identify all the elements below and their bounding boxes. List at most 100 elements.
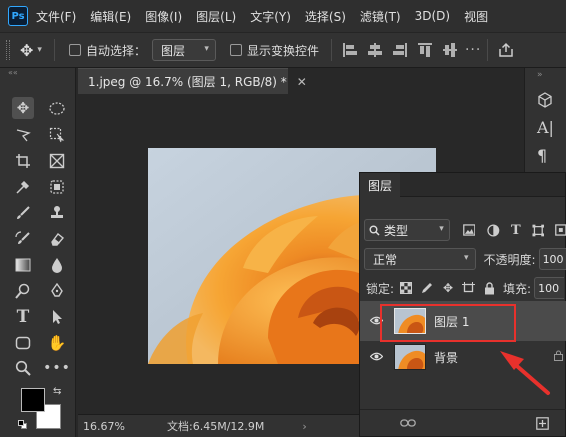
lock-position-icon[interactable]: ✥ bbox=[442, 281, 454, 295]
move-tool-preset-icon[interactable]: ✥ bbox=[20, 41, 33, 60]
gradient-tool-icon[interactable] bbox=[12, 254, 34, 276]
filter-smart-objects-icon[interactable] bbox=[555, 224, 566, 236]
character-panel-icon[interactable]: A| bbox=[537, 118, 554, 137]
fill-label: 填充: bbox=[503, 281, 532, 296]
auto-select-label: 自动选择： bbox=[85, 43, 146, 58]
document-tab-title: 1.jpeg @ 16.7% (图层 1, RGB/8) * bbox=[88, 75, 287, 89]
history-brush-icon[interactable] bbox=[12, 228, 34, 250]
align-horizontal-centers-icon[interactable] bbox=[367, 43, 382, 57]
auto-select-value: 图层 bbox=[160, 43, 185, 58]
menu-bar: Ps 文件(F) 编辑(E) 图像(I) 图层(L) 文字(Y) 选择(S) 滤… bbox=[0, 0, 566, 32]
rectangle-tool-icon[interactable] bbox=[12, 332, 34, 354]
new-layer-icon[interactable] bbox=[536, 416, 549, 430]
polygonal-lasso-icon[interactable] bbox=[12, 124, 34, 146]
filter-shape-layers-icon[interactable] bbox=[532, 224, 545, 237]
elliptical-marquee-icon[interactable] bbox=[46, 97, 68, 119]
share-icon[interactable] bbox=[498, 42, 514, 58]
blur-tool-icon[interactable] bbox=[46, 254, 68, 276]
layer-thumbnail[interactable] bbox=[394, 344, 426, 370]
filter-type-layers-icon[interactable]: T bbox=[511, 223, 521, 238]
align-right-edges-icon[interactable] bbox=[392, 43, 407, 57]
spot-healing-brush-icon[interactable] bbox=[46, 176, 68, 198]
zoom-tool-icon[interactable] bbox=[12, 357, 34, 379]
filter-adjustment-layers-icon[interactable] bbox=[487, 224, 500, 237]
auto-select-dropdown[interactable]: 图层 ▾ bbox=[151, 39, 216, 61]
layers-panel-footer bbox=[360, 409, 566, 436]
menu-type[interactable]: 文字(Y) bbox=[250, 8, 291, 25]
frame-tool-icon[interactable] bbox=[46, 150, 68, 172]
photoshop-logo: Ps bbox=[8, 6, 28, 26]
options-grip[interactable] bbox=[6, 40, 10, 60]
more-tools-icon[interactable]: ••• bbox=[43, 357, 70, 379]
fill-input[interactable]: 100 bbox=[534, 277, 565, 299]
menu-3d[interactable]: 3D(D) bbox=[415, 9, 450, 23]
lock-artboard-icon[interactable] bbox=[462, 282, 476, 294]
layer-filter-row: 类型 ▾ T bbox=[360, 219, 566, 241]
paragraph-panel-icon[interactable]: ¶ bbox=[537, 146, 547, 165]
search-icon bbox=[369, 225, 380, 236]
lock-transparent-pixels-icon[interactable] bbox=[400, 282, 413, 294]
layer-filter-dropdown[interactable]: 类型 ▾ bbox=[364, 219, 450, 241]
chevron-right-icon[interactable]: › bbox=[302, 420, 306, 433]
divider bbox=[487, 39, 489, 61]
swap-colors-icon[interactable]: ⇆ bbox=[53, 386, 61, 397]
hand-tool-icon[interactable]: ✋ bbox=[46, 332, 68, 354]
opacity-input[interactable]: 100 bbox=[538, 248, 566, 270]
chevron-down-icon[interactable]: ▾ bbox=[37, 45, 42, 55]
align-top-edges-icon[interactable] bbox=[417, 43, 432, 57]
menu-view[interactable]: 视图 bbox=[464, 8, 488, 25]
eraser-icon[interactable] bbox=[46, 228, 68, 250]
align-left-edges-icon[interactable] bbox=[342, 43, 357, 57]
menu-filter[interactable]: 滤镜(T) bbox=[360, 8, 401, 25]
3d-cube-icon[interactable] bbox=[537, 92, 553, 108]
chevron-down-icon: ▾ bbox=[439, 224, 444, 234]
document-tab[interactable]: 1.jpeg @ 16.7% (图层 1, RGB/8) * ✕ bbox=[78, 68, 307, 94]
path-selection-icon[interactable] bbox=[46, 306, 68, 328]
layer-row[interactable]: 背景 bbox=[360, 337, 566, 377]
show-transform-checkbox[interactable] bbox=[229, 44, 242, 56]
layer-name[interactable]: 背景 bbox=[434, 349, 458, 366]
lock-all-icon[interactable] bbox=[484, 281, 495, 295]
auto-select-checkbox[interactable] bbox=[68, 44, 81, 56]
divider bbox=[53, 39, 55, 61]
blend-mode-value: 正常 bbox=[373, 252, 398, 267]
move-tool-icon[interactable]: ✥ bbox=[12, 97, 34, 119]
blend-mode-dropdown[interactable]: 正常 ▾ bbox=[364, 248, 476, 270]
brush-tool-icon[interactable] bbox=[12, 202, 34, 224]
zoom-level[interactable]: 16.67% bbox=[83, 420, 153, 433]
menu-edit[interactable]: 编辑(E) bbox=[90, 8, 131, 25]
tools-panel-header[interactable]: «« bbox=[0, 68, 75, 82]
show-transform-label: 显示变换控件 bbox=[246, 43, 319, 58]
layer-filter-value: 类型 bbox=[384, 223, 409, 238]
lock-label: 锁定: bbox=[366, 281, 395, 296]
document-info: 文档:6.45M/12.9M bbox=[167, 420, 265, 433]
lock-icon bbox=[554, 350, 563, 364]
chevron-down-icon: ▾ bbox=[463, 253, 469, 263]
filter-pixel-layers-icon[interactable] bbox=[462, 224, 476, 236]
menu-select[interactable]: 选择(S) bbox=[305, 8, 346, 25]
align-vertical-centers-icon[interactable] bbox=[442, 43, 457, 57]
default-colors-icon[interactable] bbox=[18, 420, 27, 429]
menu-file[interactable]: 文件(F) bbox=[36, 8, 76, 25]
link-layers-icon[interactable] bbox=[400, 418, 416, 428]
crop-tool-icon[interactable] bbox=[12, 150, 34, 172]
layers-panel-tabbar: 图层 bbox=[360, 173, 565, 197]
tab-layers[interactable]: 图层 bbox=[360, 173, 400, 197]
more-options-icon[interactable]: ··· bbox=[465, 42, 481, 58]
type-tool-icon[interactable]: T bbox=[12, 306, 34, 328]
eyedropper-icon[interactable] bbox=[12, 176, 34, 198]
close-icon[interactable]: ✕ bbox=[297, 75, 307, 89]
menu-layer[interactable]: 图层(L) bbox=[196, 8, 236, 25]
pen-tool-icon[interactable] bbox=[46, 280, 68, 302]
chevron-down-icon: ▾ bbox=[204, 44, 209, 54]
object-selection-icon[interactable] bbox=[46, 124, 68, 146]
menu-image[interactable]: 图像(I) bbox=[145, 8, 182, 25]
lock-image-pixels-icon[interactable] bbox=[421, 282, 433, 295]
options-bar: ✥ ▾ 自动选择： 图层 ▾ 显示变换控件 ··· bbox=[0, 32, 566, 68]
blend-opacity-row: 正常 ▾ 不透明度: 100 bbox=[360, 248, 566, 270]
foreground-color-swatch[interactable] bbox=[21, 388, 45, 412]
visibility-eye-icon[interactable] bbox=[369, 350, 384, 364]
collapse-panels-icon[interactable]: » bbox=[537, 70, 543, 80]
clone-stamp-icon[interactable] bbox=[46, 202, 68, 224]
dodge-tool-icon[interactable] bbox=[12, 280, 34, 302]
